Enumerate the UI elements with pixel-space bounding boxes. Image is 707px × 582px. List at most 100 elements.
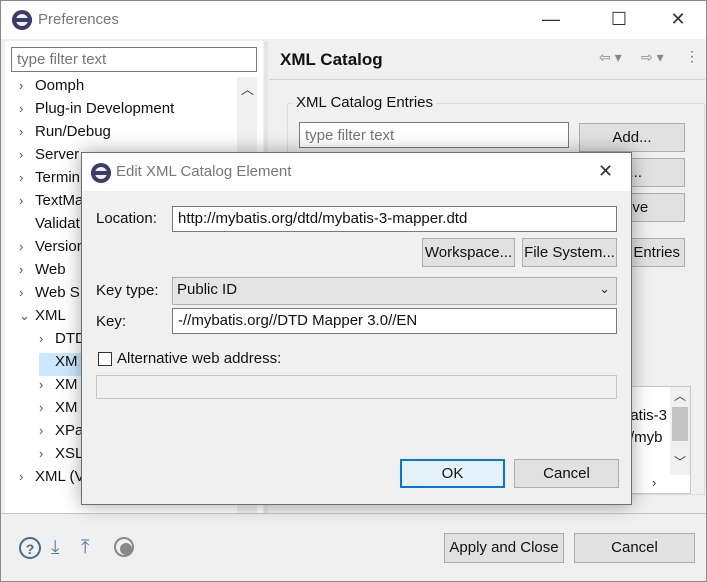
tree-item[interactable]: › Oomph [19, 77, 84, 100]
tree-item-label: Web [35, 261, 66, 278]
close-window-button[interactable]: ✕ [658, 9, 698, 30]
add-entry-button[interactable]: Add... [579, 123, 685, 152]
scroll-thumb[interactable] [672, 407, 688, 441]
tree-item[interactable]: › XPa [39, 422, 83, 445]
chevron-right-icon[interactable]: › [19, 78, 35, 93]
chevron-right-icon[interactable]: › [39, 331, 55, 346]
workspace-button[interactable]: Workspace... [422, 238, 515, 267]
import-icon[interactable]: ⤓ [51, 537, 59, 559]
tree-item-label: Server [35, 146, 80, 163]
alternative-address-label: Alternative web address: [117, 350, 282, 367]
tree-item[interactable]: › XSL [39, 445, 83, 468]
chevron-right-icon[interactable]: › [19, 170, 35, 185]
catalog-entries-group-label: XML Catalog Entries [293, 94, 437, 111]
tree-item[interactable]: › Plug-in Development [19, 100, 174, 123]
tree-item-label: XSL [55, 445, 84, 462]
tree-item-label: TextMa [35, 192, 84, 209]
eclipse-app-icon [12, 10, 32, 30]
dialog-close-icon[interactable]: ✕ [598, 161, 613, 182]
tree-item-label: Run/Debug [35, 123, 111, 140]
window-titlebar: Preferences — ☐ ✕ [1, 1, 706, 39]
tree-item[interactable]: › XM [39, 376, 78, 399]
alternative-address-input[interactable] [96, 375, 617, 399]
tree-item-label: Validat [35, 215, 80, 232]
location-input[interactable]: http://mybatis.org/dtd/mybatis-3-mapper.… [172, 206, 617, 232]
chevron-right-icon[interactable]: › [39, 400, 55, 415]
chevron-right-icon[interactable]: › [19, 285, 35, 300]
scroll-right-icon[interactable]: › [652, 475, 656, 490]
chevron-right-icon[interactable]: › [19, 239, 35, 254]
page-title: XML Catalog [280, 50, 383, 69]
chevron-right-icon[interactable]: › [19, 469, 35, 484]
tree-item-label: XM [55, 353, 78, 370]
forward-nav-icon[interactable]: ⇨ ▾ [641, 49, 664, 66]
tree-item-label: Version [35, 238, 86, 255]
tree-item[interactable]: › DTD [39, 330, 86, 353]
eclipse-app-icon [91, 163, 111, 183]
tree-item[interactable]: › Web S [19, 284, 80, 307]
tree-item-label: XM [55, 399, 78, 416]
maximize-button[interactable]: ☐ [599, 9, 639, 30]
cancel-preferences-button[interactable]: Cancel [574, 533, 695, 563]
key-label: Key: [96, 313, 127, 330]
tree-item[interactable]: › Version [19, 238, 85, 261]
scroll-down-icon[interactable]: ﹀ [674, 453, 686, 470]
chevron-right-icon[interactable]: › [39, 377, 55, 392]
edit-catalog-element-dialog: Edit XML Catalog Element ✕ Location: htt… [81, 152, 632, 505]
window-title: Preferences [38, 11, 119, 28]
key-type-label: Key type: [96, 282, 159, 299]
tree-item-label: XML (V [35, 468, 85, 485]
key-type-value: Public ID [177, 281, 238, 298]
scroll-up-icon[interactable]: ︿ [241, 79, 254, 98]
title-divider [269, 79, 705, 80]
chevron-right-icon[interactable]: › [19, 124, 35, 139]
tree-item-label: XML [35, 307, 66, 324]
tree-item-label: Oomph [35, 77, 85, 94]
minimize-button[interactable]: — [531, 9, 571, 30]
catalog-filter-input[interactable] [299, 122, 569, 148]
tree-item[interactable]: › XM [39, 399, 78, 422]
chevron-right-icon[interactable]: › [19, 101, 35, 116]
record-icon[interactable] [114, 537, 134, 557]
tree-item-label: Termin [35, 169, 81, 186]
chevron-down-icon[interactable]: ⌄ [19, 308, 35, 324]
alternative-address-checkbox[interactable] [98, 352, 112, 366]
tree-item[interactable]: ⌄ XML [19, 307, 66, 330]
tree-item-label: Plug-in Development [35, 100, 175, 117]
chevron-right-icon[interactable]: › [39, 446, 55, 461]
chevron-right-icon[interactable]: › [39, 423, 55, 438]
scroll-up-icon[interactable]: ︿ [674, 387, 686, 404]
tree-item[interactable]: › Web [19, 261, 66, 284]
location-label: Location: [96, 210, 157, 227]
tree-item[interactable]: › Run/Debug [19, 123, 111, 146]
key-input[interactable]: -//mybatis.org//DTD Mapper 3.0//EN [172, 308, 617, 334]
tree-item-label: XM [55, 376, 78, 393]
back-nav-icon[interactable]: ⇦ ▾ [599, 49, 622, 66]
tree-filter-input[interactable] [11, 47, 257, 72]
tree-item-label: Web S [35, 284, 80, 301]
tree-item-label: XPa [55, 422, 84, 439]
chevron-right-icon[interactable]: › [19, 262, 35, 277]
dialog-cancel-button[interactable]: Cancel [514, 459, 619, 488]
preferences-window: Preferences — ☐ ✕ ›Oomph›Plug-in Develop… [0, 0, 707, 582]
tree-item[interactable]: › XML (V [19, 468, 84, 491]
chevron-right-icon[interactable]: › [19, 193, 35, 208]
details-scrollbar[interactable]: ︿ ﹀ [670, 387, 690, 475]
help-icon[interactable]: ? [19, 537, 41, 559]
chevron-right-icon[interactable]: › [19, 147, 35, 162]
ok-button[interactable]: OK [400, 459, 505, 488]
chevron-down-icon: ⌄ [599, 281, 610, 296]
key-type-select[interactable]: Public ID ⌄ [172, 277, 617, 305]
dialog-titlebar: Edit XML Catalog Element ✕ [82, 153, 631, 191]
tree-item[interactable]: Validat [19, 215, 80, 238]
tree-item[interactable]: › Termin [19, 169, 80, 192]
view-menu-icon[interactable]: ⋮ [685, 48, 699, 65]
tree-item[interactable]: › TextMa [19, 192, 83, 215]
dialog-title: Edit XML Catalog Element [116, 163, 292, 180]
tree-item[interactable]: › Server [19, 146, 79, 169]
export-icon[interactable]: ⤒ [81, 537, 89, 559]
apply-and-close-button[interactable]: Apply and Close [444, 533, 564, 563]
details-line-2: /myb [630, 429, 663, 446]
footer-divider [1, 513, 706, 514]
file-system-button[interactable]: File System... [522, 238, 617, 267]
